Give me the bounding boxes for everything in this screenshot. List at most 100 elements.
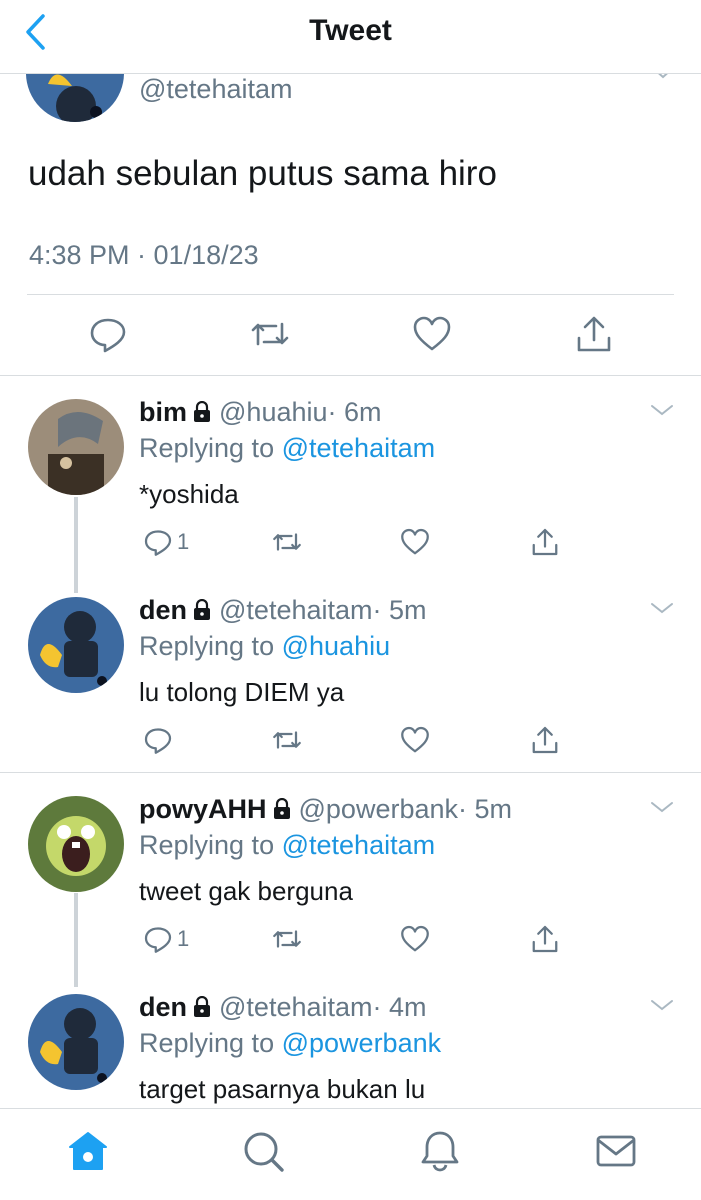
reply-button[interactable]: 1 <box>143 525 189 559</box>
avatar[interactable] <box>28 399 124 495</box>
share-button[interactable] <box>530 922 560 956</box>
display-name[interactable]: den <box>139 992 187 1022</box>
page-title: Tweet <box>309 14 392 47</box>
reply-icon <box>144 927 172 953</box>
home-icon <box>69 1132 107 1170</box>
display-name[interactable]: den <box>139 595 187 625</box>
bottom-tab-bar <box>0 1108 701 1200</box>
display-name[interactable]: bim <box>139 397 187 427</box>
search-icon <box>244 1132 284 1172</box>
share-icon <box>532 726 558 754</box>
tab-messages[interactable] <box>594 1129 638 1173</box>
main-tweet: @tetehaitam udah sebulan putus sama hiro… <box>0 74 701 376</box>
handle[interactable]: @tetehaitam <box>219 595 372 625</box>
like-button[interactable] <box>400 525 430 559</box>
like-icon <box>401 726 429 753</box>
avatar[interactable] <box>28 796 124 892</box>
main-tweet-handle[interactable]: @tetehaitam <box>139 74 292 105</box>
tab-home[interactable] <box>66 1129 110 1173</box>
more-options-button[interactable] <box>650 998 674 1017</box>
mention-link[interactable]: @powerbank <box>282 1028 442 1058</box>
lock-icon <box>194 401 211 422</box>
retweet-icon <box>251 322 289 346</box>
reply-button[interactable] <box>88 314 128 354</box>
reply-count: 1 <box>177 926 190 951</box>
like-button[interactable] <box>412 314 452 354</box>
like-icon <box>401 528 429 555</box>
thread-line <box>74 497 78 593</box>
replying-label: Replying to <box>139 1028 275 1058</box>
tab-search[interactable] <box>241 1129 285 1173</box>
divider <box>27 294 674 295</box>
thread-line <box>74 893 78 987</box>
share-icon <box>577 316 611 352</box>
messages-icon <box>596 1135 636 1167</box>
top-bar: Tweet <box>0 0 701 74</box>
tab-notifications[interactable] <box>418 1129 462 1173</box>
replying-label: Replying to <box>139 830 275 860</box>
mention-link[interactable]: @huahiu <box>282 631 391 661</box>
more-options-button[interactable] <box>650 601 674 620</box>
more-options-button[interactable] <box>650 800 674 819</box>
replying-label: Replying to <box>139 631 275 661</box>
avatar[interactable] <box>28 994 124 1090</box>
reply-header: bim @huahiu· 6m <box>139 397 382 428</box>
lock-icon <box>194 599 211 620</box>
avatar[interactable] <box>26 74 124 122</box>
chevron-down-icon <box>651 405 673 416</box>
timestamp: · 4m <box>372 992 427 1022</box>
reply-actions: 1 <box>139 525 569 559</box>
timestamp: · 5m <box>372 595 427 625</box>
like-icon <box>413 316 451 351</box>
replying-to: Replying to @powerbank <box>139 1028 441 1059</box>
handle[interactable]: @huahiu <box>219 397 328 427</box>
replying-label: Replying to <box>139 433 275 463</box>
divider <box>0 772 701 773</box>
chevron-down-icon <box>651 1000 673 1011</box>
share-button[interactable] <box>530 723 560 757</box>
reply-header: den @tetehaitam· 4m <box>139 992 427 1023</box>
chevron-down-icon <box>658 74 668 79</box>
main-tweet-actions <box>0 314 701 358</box>
retweet-button[interactable] <box>271 922 303 956</box>
reply-button[interactable]: 1 <box>143 922 189 956</box>
reply-count: 1 <box>177 529 190 554</box>
more-options-button[interactable] <box>650 403 674 422</box>
retweet-button[interactable] <box>271 525 303 559</box>
retweet-icon <box>273 731 301 749</box>
reply-text: lu tolong DIEM ya <box>139 677 345 707</box>
chevron-down-icon <box>651 603 673 614</box>
mention-link[interactable]: @tetehaitam <box>282 433 435 463</box>
share-icon <box>532 925 558 953</box>
avatar[interactable] <box>28 597 124 693</box>
reply-actions <box>139 723 569 757</box>
chevron-down-icon <box>651 802 673 813</box>
display-name[interactable]: powyAHH <box>139 794 267 824</box>
lock-icon <box>273 798 290 819</box>
reply-text: *yoshida <box>139 479 239 509</box>
retweet-button[interactable] <box>250 314 290 354</box>
reply-button[interactable] <box>143 723 177 757</box>
retweet-icon <box>273 533 301 551</box>
handle[interactable]: @tetehaitam <box>219 992 372 1022</box>
replying-to: Replying to @huahiu <box>139 631 390 662</box>
lock-icon <box>194 996 211 1017</box>
timestamp: · 5m <box>458 794 512 824</box>
share-button[interactable] <box>530 525 560 559</box>
mention-link[interactable]: @tetehaitam <box>282 830 435 860</box>
like-button[interactable] <box>400 723 430 757</box>
timestamp: · 6m <box>327 397 382 427</box>
reply-actions: 1 <box>139 922 569 956</box>
reply-text: target pasarnya bukan lu <box>139 1074 426 1104</box>
like-button[interactable] <box>400 922 430 956</box>
replying-to: Replying to @tetehaitam <box>139 830 435 861</box>
handle[interactable]: @powerbank <box>299 794 459 824</box>
notifications-icon <box>421 1131 459 1172</box>
reply-header: den @tetehaitam· 5m <box>139 595 427 626</box>
more-options-button[interactable] <box>652 74 674 85</box>
share-button[interactable] <box>574 314 614 354</box>
retweet-button[interactable] <box>271 723 303 757</box>
retweet-icon <box>273 930 301 948</box>
reply-icon <box>144 728 172 754</box>
replying-to: Replying to @tetehaitam <box>139 433 435 464</box>
